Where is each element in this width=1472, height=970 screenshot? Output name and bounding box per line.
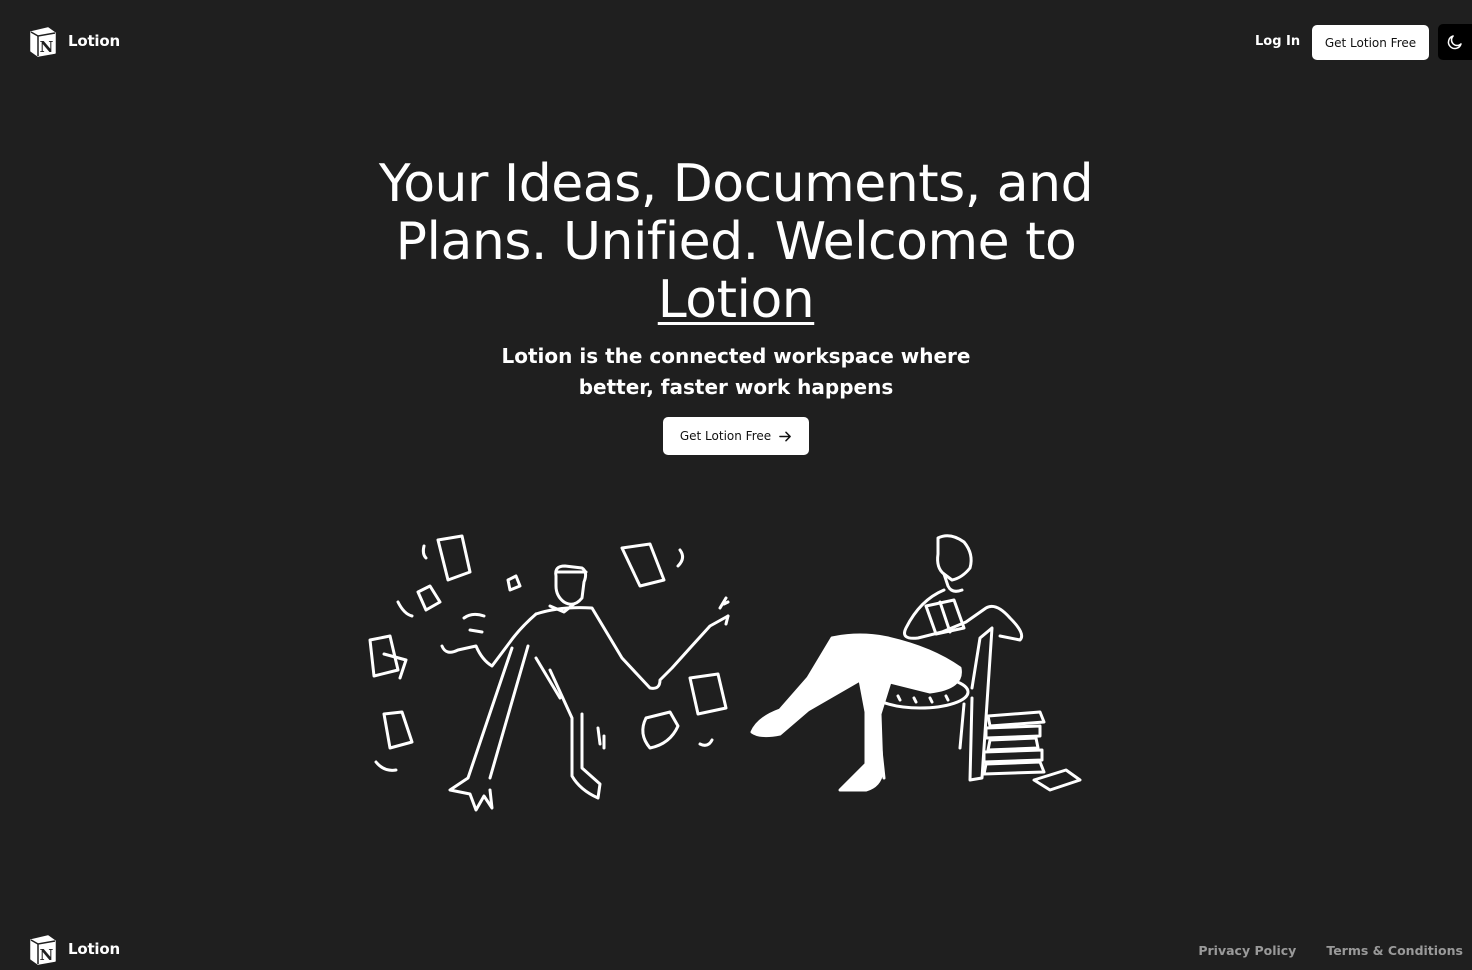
hero-headline-text: Your Ideas, Documents, and Plans. Unifie…	[378, 154, 1094, 272]
login-link[interactable]: Log In	[1255, 34, 1300, 49]
lotion-logo-icon: N	[30, 27, 56, 57]
terms-conditions-link[interactable]: Terms & Conditions	[1326, 943, 1463, 958]
site-header: N Lotion Log In Get Lotion Free	[0, 0, 1472, 86]
hero-illustration	[368, 534, 1082, 812]
footer-brand-link[interactable]: N Lotion	[27, 933, 120, 965]
svg-text:N: N	[40, 38, 54, 56]
hero-headline-brand: Lotion	[657, 270, 815, 330]
svg-text:N: N	[40, 946, 54, 964]
reading-person-illustration	[750, 534, 1082, 792]
landing-page: N Lotion Log In Get Lotion Free Your Ide…	[0, 0, 1472, 970]
theme-toggle-button[interactable]	[1438, 24, 1472, 60]
get-lotion-free-button[interactable]: Get Lotion Free	[1312, 25, 1429, 60]
brand-logo-link[interactable]: N Lotion	[27, 25, 120, 57]
moon-icon	[1447, 35, 1462, 50]
hero-section: Your Ideas, Documents, and Plans. Unifie…	[0, 155, 1472, 455]
arrow-right-icon	[779, 431, 792, 441]
hero-subheadline: Lotion is the connected workspace where …	[501, 344, 971, 399]
privacy-policy-link[interactable]: Privacy Policy	[1198, 943, 1296, 958]
hero-cta-label: Get Lotion Free	[679, 429, 772, 443]
hero-headline: Your Ideas, Documents, and Plans. Unifie…	[356, 155, 1116, 329]
footer-links: Privacy Policy Terms & Conditions	[1198, 943, 1463, 958]
hero-cta-button[interactable]: Get Lotion Free	[663, 417, 809, 455]
juggling-person-illustration	[368, 534, 730, 812]
footer-brand-name: Lotion	[68, 940, 120, 958]
lotion-logo-icon: N	[30, 935, 56, 965]
brand-name: Lotion	[68, 32, 120, 50]
